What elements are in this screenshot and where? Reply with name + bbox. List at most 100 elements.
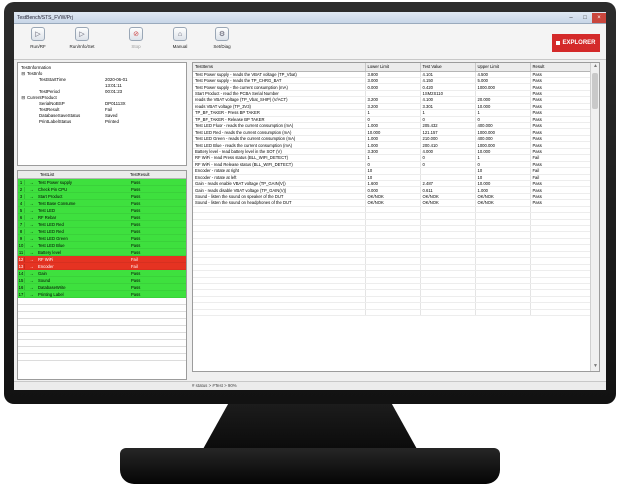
test-index: 12 [18, 256, 25, 262]
test-result: Pass [131, 200, 141, 206]
arrow-right-icon: → [29, 214, 34, 220]
test-list-empty-row [18, 333, 186, 340]
test-list-row[interactable]: 7 → Test LED Red Pass [18, 221, 186, 228]
test-result: Pass [131, 207, 141, 213]
test-list-row[interactable]: 11 → Battery level Pass [18, 249, 186, 256]
arrow-right-icon: → [29, 263, 34, 269]
test-list-row[interactable]: 17 → Printing Label Pass [18, 291, 186, 298]
test-result: Pass [131, 214, 141, 220]
test-index: 8 [18, 228, 25, 234]
test-result: Pass [131, 284, 141, 290]
monitor-stand-neck [202, 404, 418, 450]
test-list-grid: TestList TestResult 1 → Test Power supply P… [17, 170, 187, 380]
test-list-column-name[interactable]: TestList [38, 172, 128, 177]
window-controls: – □ × [564, 12, 606, 23]
test-list-row[interactable]: 5 → Test LED Pass [18, 207, 186, 214]
test-list-empty-row [18, 326, 186, 333]
test-index: 17 [18, 291, 25, 297]
minimize-icon[interactable]: – [564, 13, 578, 23]
test-name: Test LED Red [38, 221, 64, 227]
test-list-empty-row [18, 347, 186, 354]
test-list-row[interactable]: 6 → RF Rebar Pass [18, 214, 186, 221]
results-body: Test Power supply - reads the VBAT volta… [193, 71, 592, 317]
test-name: Start Product [38, 193, 63, 199]
test-list-row[interactable]: 4 → Test Base Consume Pass [18, 200, 186, 207]
play-icon: ▷ [75, 27, 89, 41]
test-result: Pass [131, 277, 141, 283]
test-name: Battery level [38, 249, 62, 255]
test-index: 9 [18, 235, 25, 241]
test-index: 4 [18, 200, 25, 206]
scroll-thumb[interactable] [592, 73, 598, 109]
tree-row[interactable]: PrintLabelStatus Printed [21, 119, 183, 125]
manual-button[interactable]: ⌂ Manual [160, 27, 200, 49]
test-result: Pass [131, 186, 141, 192]
window-title: TestBench/STS_FVW/Prj [17, 14, 73, 21]
test-list-row[interactable]: 10 → Test LED Blue Pass [18, 242, 186, 249]
test-list-row[interactable]: 16 → DatabaseWrite Pass [18, 284, 186, 291]
maximize-icon[interactable]: □ [578, 13, 592, 23]
test-list-row[interactable]: 12 → RF WiFi Fail [18, 256, 186, 263]
column-upper-limit[interactable]: Upper Limit [475, 63, 531, 72]
test-name: Encoder [38, 263, 54, 269]
test-result: Pass [131, 221, 141, 227]
scroll-down-icon[interactable]: ▼ [591, 363, 599, 371]
test-list-row[interactable]: 14 → Gain Pass [18, 270, 186, 277]
manual-label: Manual [172, 44, 188, 49]
test-index: 5 [18, 207, 25, 213]
test-list-row[interactable]: 2 → Check Pin CPU Pass [18, 186, 186, 193]
column-result[interactable]: Result [530, 63, 592, 72]
test-list-column-result[interactable]: TestResult [128, 172, 150, 177]
column-test-value[interactable]: Test Value [420, 63, 476, 72]
test-result: Fail [131, 263, 138, 269]
arrow-right-icon: → [29, 228, 34, 234]
app-window: TestBench/STS_FVW/Prj – □ × ▷ Run/RF ▷ R… [14, 12, 606, 390]
brand-label: EXPLORER [562, 40, 596, 46]
test-index: 15 [18, 277, 25, 283]
test-name: Test LED [38, 207, 55, 213]
column-test-items[interactable]: TestItems [193, 63, 366, 72]
brand-mark-icon [556, 41, 561, 45]
play-icon: ▷ [31, 27, 45, 41]
set-diag-button[interactable]: ⚙ Set/Diag [202, 27, 242, 49]
arrow-right-icon: → [29, 221, 34, 227]
results-scrollbar[interactable]: ▲ ▼ [590, 63, 599, 371]
monitor-bezel: TestBench/STS_FVW/Prj – □ × ▷ Run/RF ▷ R… [4, 2, 616, 404]
test-list-row[interactable]: 8 → Test LED Red Pass [18, 228, 186, 235]
empty-cell [193, 309, 366, 317]
test-list-row[interactable]: 15 → Sound Pass [18, 277, 186, 284]
test-name: Gain [38, 270, 47, 276]
run-info-set-button[interactable]: ▷ Run/Info/Set [62, 27, 102, 49]
test-index: 14 [18, 270, 25, 276]
set-diag-label: Set/Diag [213, 44, 231, 49]
scroll-up-icon[interactable]: ▲ [591, 63, 599, 71]
monitor-stand-base [120, 448, 500, 484]
test-list-empty-row [18, 340, 186, 347]
arrow-right-icon: → [29, 291, 34, 297]
left-panel: TestInformation ⊟ TestInfo TestStartTime 20… [17, 62, 187, 380]
test-result: Pass [131, 249, 141, 255]
test-result: Pass [131, 291, 141, 297]
status-text: # status > #Test > 90% [192, 383, 237, 388]
test-index: 10 [18, 242, 25, 248]
column-lower-limit[interactable]: Lower Limit [365, 63, 421, 72]
test-list-row[interactable]: 9 → Test LED Green Pass [18, 235, 186, 242]
test-list-row[interactable]: 1 → Test Power supply Pass [18, 179, 186, 186]
test-list-row[interactable]: 3 → Start Product Pass [18, 193, 186, 200]
test-name: Sound [38, 277, 51, 283]
test-list-row[interactable]: 13 → Encoder Fail [18, 263, 186, 270]
arrow-right-icon: → [29, 200, 34, 206]
arrow-right-icon: → [29, 207, 34, 213]
arrow-right-icon: → [29, 277, 34, 283]
results-header-row: TestItems Lower Limit Test Value Upper L… [193, 63, 592, 72]
arrow-right-icon: → [29, 193, 34, 199]
home-icon: ⌂ [173, 27, 187, 41]
run-rf-button[interactable]: ▷ Run/RF [18, 27, 58, 49]
test-result: Pass [131, 242, 141, 248]
results-panel: TestItems Lower Limit Test Value Upper L… [192, 62, 600, 372]
test-index: 11 [18, 249, 25, 255]
test-index: 6 [18, 214, 25, 220]
close-icon[interactable]: × [592, 12, 606, 23]
stop-button[interactable]: ⊘ Stop [116, 27, 156, 49]
empty-cell [365, 309, 421, 317]
